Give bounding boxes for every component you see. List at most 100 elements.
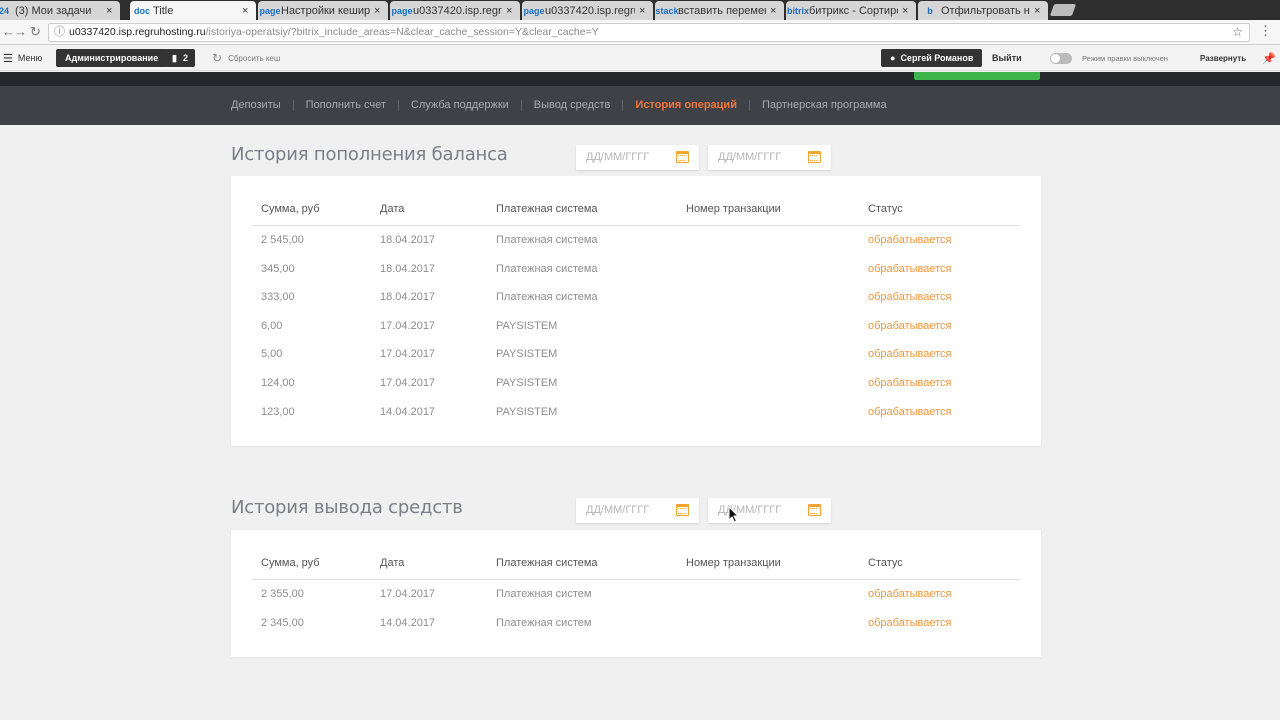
nav-item[interactable]: Вывод средств xyxy=(534,99,611,111)
info-icon[interactable]: ⓘ xyxy=(54,24,65,41)
table-cell: 18.04.2017 xyxy=(380,262,436,275)
forward-arrow-icon[interactable]: → xyxy=(14,24,27,39)
tab-close-icon[interactable]: × xyxy=(106,5,114,17)
reload-icon[interactable]: ↻ xyxy=(30,24,41,40)
nav-separator xyxy=(748,99,750,111)
administration-label: Администрирование xyxy=(65,53,159,63)
column-header: Платежная система xyxy=(496,203,598,215)
calendar-icon[interactable] xyxy=(676,504,689,516)
browser-tab[interactable]: doc Title × xyxy=(130,1,256,20)
table-cell: PAYSISTEM xyxy=(496,376,558,389)
admin-menu-button[interactable]: ☰ Меню xyxy=(3,49,42,67)
table-cell: 123,00 xyxy=(261,405,295,418)
browser-tab[interactable]: stackвставить переменн × xyxy=(655,1,784,20)
status-cell: обрабатывается xyxy=(868,348,952,361)
bookmark-star-icon[interactable]: ☆ xyxy=(1232,24,1243,41)
logout-label: Выйти xyxy=(992,53,1022,63)
header-top-band xyxy=(0,72,1280,86)
nav-item[interactable]: Служба поддержки xyxy=(411,99,509,111)
tab-title: вставить переменн xyxy=(678,4,766,17)
header-action-button[interactable] xyxy=(914,72,1040,80)
deposit-date-to-field[interactable]: ДД/ММ/ГГГГ xyxy=(708,145,831,170)
deposit-history-table: Сумма, руб Дата Платежная система Номер тра… xyxy=(251,193,1020,426)
table-cell: 2 355,00 xyxy=(261,588,304,600)
tab-close-icon[interactable]: × xyxy=(770,5,778,17)
tab-close-icon[interactable]: × xyxy=(1034,5,1042,17)
table-cell: Платежная систем xyxy=(496,616,592,629)
tab-favicon-icon: page xyxy=(259,5,281,16)
withdrawal-date-to-field[interactable]: ДД/ММ/ГГГГ xyxy=(708,498,831,523)
refresh-icon: ↻ xyxy=(212,51,223,65)
tab-favicon-icon: page xyxy=(523,5,545,16)
browser-tab[interactable]: bitrixбитрикс - Сортиров × xyxy=(786,1,916,20)
tab-close-icon[interactable]: × xyxy=(242,5,250,17)
tab-title: (3) Мои задачи xyxy=(15,4,92,17)
admin-panel: ☰ Меню Администрирование ▮ 2 ↻ Сбросить … xyxy=(0,45,1280,71)
nav-item[interactable]: Депозиты xyxy=(231,99,281,111)
expand-button[interactable]: Развернуть xyxy=(1200,49,1246,67)
table-cell: 5,00 xyxy=(261,348,283,361)
calendar-icon[interactable] xyxy=(808,504,821,516)
table-cell: 14.04.2017 xyxy=(380,616,436,629)
nav-item[interactable]: Партнерская программа xyxy=(762,99,887,111)
table-cell: PAYSISTEM xyxy=(496,348,558,361)
deposit-history-title: История пополнения баланса xyxy=(231,144,508,165)
table-row: 333,00 18.04.2017 Платежная система обрабат… xyxy=(251,283,1020,312)
notifications-button[interactable]: ▮ 2 xyxy=(165,49,195,67)
table-cell: 18.04.2017 xyxy=(380,291,436,304)
column-header: Платежная система xyxy=(496,557,598,569)
address-bar: ← → ↻ ⓘ u0337420.isp.regruhosting.ru/ist… xyxy=(0,20,1280,45)
administration-button[interactable]: Администрирование xyxy=(56,49,168,67)
reset-cache-label: Сбросить кеш xyxy=(228,53,281,63)
table-row: 2 355,00 17.04.2017 Платежная систем обраба… xyxy=(251,580,1020,609)
nav-item[interactable]: Пополнить счет xyxy=(306,99,386,111)
tab-favicon-icon: bitrix xyxy=(787,5,810,16)
hamburger-icon: ☰ xyxy=(3,52,13,65)
nav-separator xyxy=(622,99,624,111)
table-cell: 2 545,00 xyxy=(261,234,304,246)
user-button[interactable]: ● Сергей Романов xyxy=(881,49,983,67)
calendar-icon[interactable] xyxy=(676,151,689,163)
table-cell: 2 345,00 xyxy=(261,616,304,629)
table-row: 123,00 14.04.2017 PAYSISTEM обрабатывается xyxy=(251,398,1020,427)
deposit-date-from-field[interactable]: ДД/ММ/ГГГГ xyxy=(576,145,699,170)
browser-tab[interactable]: pageu0337420.isp.regruh × xyxy=(390,1,520,20)
reset-cache-button[interactable]: ↻ Сбросить кеш xyxy=(212,49,280,67)
tab-favicon-icon: stack xyxy=(655,5,679,16)
tab-favicon-icon: 24 xyxy=(0,5,9,16)
new-tab-button[interactable] xyxy=(1049,4,1077,16)
table-header: Сумма, руб Дата Платежная система Номер тра… xyxy=(251,193,1020,226)
browser-tab[interactable]: pageu0337420.isp.regruh × xyxy=(522,1,653,20)
table-cell: 17.04.2017 xyxy=(380,319,436,332)
nav-item[interactable]: История операций xyxy=(635,99,737,111)
browser-tab[interactable]: pageНастройки кеширова × xyxy=(258,1,388,20)
status-cell: обрабатывается xyxy=(868,588,952,600)
logout-button[interactable]: Выйти xyxy=(992,49,1022,67)
table-cell: 333,00 xyxy=(261,291,295,304)
browser-menu-icon[interactable]: ⋮ xyxy=(1259,23,1272,39)
pin-icon[interactable]: 📌 xyxy=(1262,49,1276,67)
tab-close-icon[interactable]: × xyxy=(506,5,514,17)
withdrawal-date-from-field[interactable]: ДД/ММ/ГГГГ xyxy=(576,498,699,523)
tab-close-icon[interactable]: × xyxy=(902,5,910,17)
url-input[interactable]: ⓘ u0337420.isp.regruhosting.ru/istoriya-… xyxy=(48,23,1250,42)
tab-favicon-icon: page xyxy=(391,5,413,16)
date-from-placeholder: ДД/ММ/ГГГГ xyxy=(586,151,650,163)
nav-separator xyxy=(520,99,522,111)
status-cell: обрабатывается xyxy=(868,405,952,418)
edit-mode-label: Режим правки выключен xyxy=(1082,53,1168,63)
tab-close-icon[interactable]: × xyxy=(639,5,647,17)
browser-tab[interactable]: 24 (3) Мои задачи × xyxy=(0,1,120,20)
table-row: 2 545,00 18.04.2017 Платежная система обраб… xyxy=(251,226,1020,255)
edit-mode-toggle[interactable] xyxy=(1050,53,1072,64)
table-cell: 17.04.2017 xyxy=(380,376,436,389)
table-cell: 6,00 xyxy=(261,319,283,332)
table-row: 2 345,00 14.04.2017 Платежная систем обраба… xyxy=(251,609,1020,638)
notification-icon: ▮ xyxy=(172,52,177,63)
table-cell: 14.04.2017 xyxy=(380,405,436,418)
tab-title: битрикс - Сортиров xyxy=(809,4,898,17)
user-icon: ● xyxy=(890,53,896,63)
browser-tab[interactable]: b Отфильтровать нов × xyxy=(918,1,1048,20)
calendar-icon[interactable] xyxy=(808,151,821,163)
tab-close-icon[interactable]: × xyxy=(374,5,382,17)
